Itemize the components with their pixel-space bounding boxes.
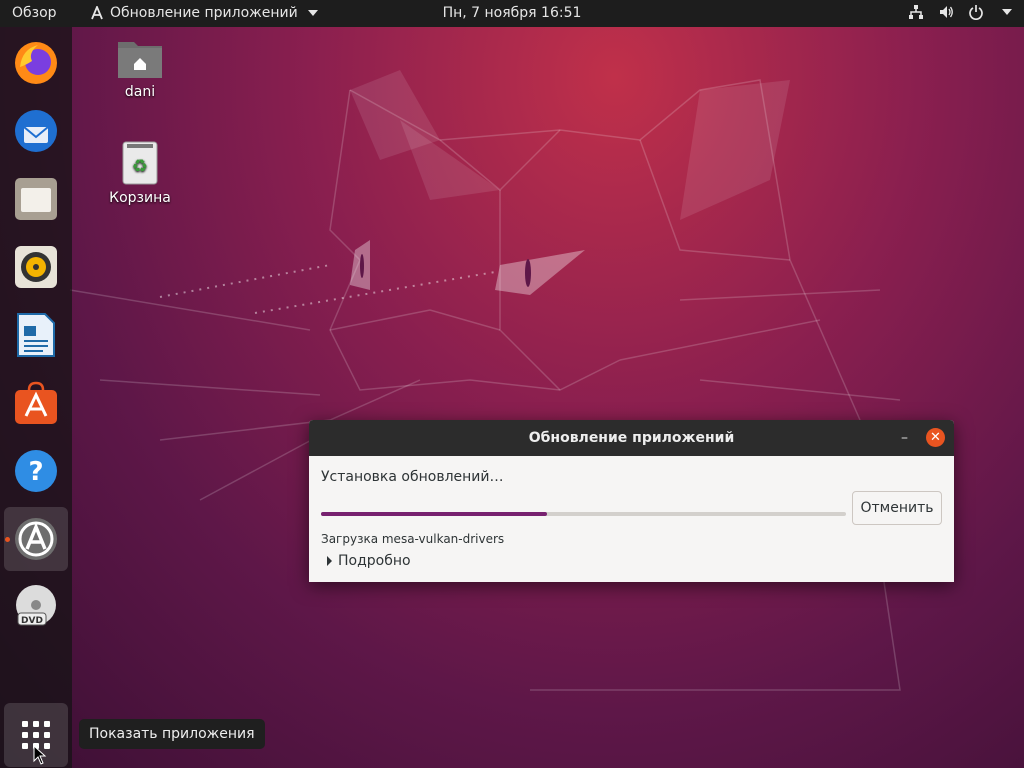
dock: ? DVD: [0, 27, 72, 768]
volume-icon: [940, 6, 953, 18]
cancel-button[interactable]: Отменить: [852, 491, 942, 525]
show-apps-tooltip: Показать приложения: [79, 719, 265, 749]
minimize-button[interactable]: –: [901, 420, 908, 456]
software-icon: [15, 381, 57, 424]
chevron-down-icon: [1002, 9, 1012, 15]
dock-dvd[interactable]: DVD: [4, 575, 68, 639]
home-folder-icon: [118, 42, 162, 78]
desktop-icon-home[interactable]: dani: [100, 36, 180, 100]
dock-help[interactable]: ?: [4, 439, 68, 503]
dialog-titlebar[interactable]: Обновление приложений – ✕: [309, 420, 954, 456]
dock-files[interactable]: [4, 167, 68, 231]
close-button[interactable]: ✕: [926, 428, 945, 447]
thunderbird-icon: [15, 110, 57, 152]
dvd-icon: DVD: [16, 585, 56, 626]
dock-software[interactable]: [4, 371, 68, 435]
wallpaper: [69, 70, 901, 691]
status-text: Установка обновлений…: [321, 469, 504, 485]
expander-arrow-icon: [327, 556, 332, 566]
details-expander[interactable]: Подробно: [327, 553, 411, 569]
dock-rhythmbox[interactable]: [4, 235, 68, 299]
desktop-icon-label: Корзина: [109, 190, 171, 206]
desktop-icon-label: dani: [124, 84, 156, 100]
updater-icon: [15, 518, 57, 560]
chevron-down-icon: [307, 10, 318, 16]
package-status: Загрузка mesa-vulkan-drivers: [321, 532, 505, 546]
files-icon: [15, 178, 57, 220]
dock-firefox[interactable]: [4, 31, 68, 95]
power-icon: [969, 5, 983, 20]
update-dialog: Обновление приложений – ✕ Установка обно…: [309, 420, 954, 582]
app-menu-label: Обновление приложений: [110, 5, 298, 21]
svg-text:♻: ♻: [132, 156, 148, 177]
svg-text:?: ?: [28, 457, 43, 487]
top-bar: Обзор Обновление приложений Пн, 7 ноября…: [0, 0, 1024, 27]
rhythmbox-icon: [15, 246, 57, 288]
dock-writer[interactable]: [4, 303, 68, 367]
details-label: Подробно: [338, 553, 411, 569]
mouse-cursor-icon: [33, 745, 47, 765]
firefox-icon: [15, 42, 57, 84]
svg-text:DVD: DVD: [21, 616, 43, 626]
dialog-title: Обновление приложений: [528, 430, 735, 446]
running-indicator: [5, 537, 10, 542]
dock-thunderbird[interactable]: [4, 99, 68, 163]
progress-fill: [321, 512, 547, 516]
system-tray[interactable]: [908, 4, 1012, 20]
dock-software-updater[interactable]: [4, 507, 68, 571]
updater-app-icon: [91, 6, 103, 20]
app-menu[interactable]: Обновление приложений: [90, 5, 318, 21]
clock[interactable]: Пн, 7 ноября 16:51: [443, 5, 582, 21]
trash-icon: ♻: [122, 141, 158, 185]
help-icon: ?: [15, 450, 57, 492]
writer-icon: [17, 313, 55, 357]
network-icon: [909, 5, 923, 19]
progress-bar: [321, 512, 846, 516]
activities-button[interactable]: Обзор: [12, 5, 57, 21]
desktop-icon-trash[interactable]: ♻ Корзина: [100, 140, 180, 206]
